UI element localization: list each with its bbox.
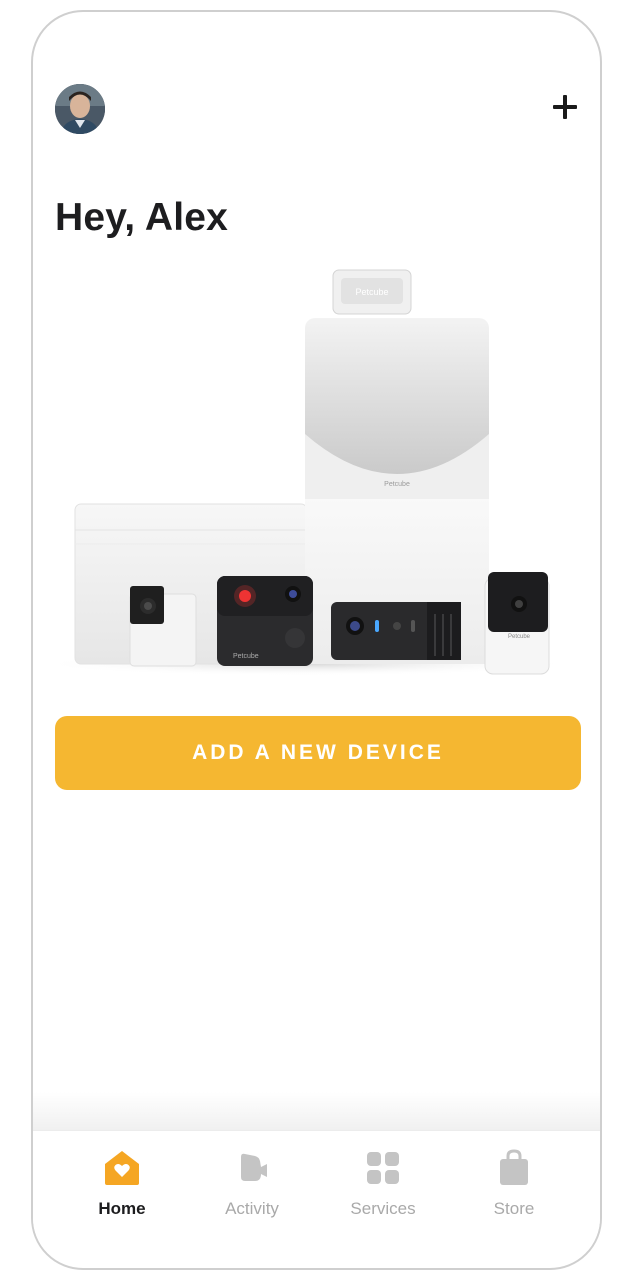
tab-services-label: Services (350, 1199, 416, 1218)
tab-store-label: Store (493, 1199, 535, 1218)
user-avatar-icon (55, 84, 105, 134)
brand-cube-text: Petcube (233, 653, 259, 660)
store-bag-icon (500, 1149, 528, 1185)
services-icon (367, 1152, 399, 1184)
phone-frame: Hey, Alex Petcube Petcube Petcube Petcub… (31, 10, 602, 1270)
bottom-tab-bar: Home Activity Services Store (33, 1130, 600, 1251)
tab-home[interactable]: Home (67, 1147, 177, 1219)
home-icon (105, 1151, 139, 1185)
greeting-title: Hey, Alex (55, 196, 229, 239)
tab-home-label: Home (98, 1199, 146, 1218)
brand-feeder-text: Petcube (384, 481, 410, 488)
tabbar-shadow (33, 1092, 600, 1132)
brand-cam-text: Petcube (508, 634, 531, 640)
devices-hero-image: Petcube Petcube Petcube Petcube (35, 269, 575, 676)
activity-icon (241, 1153, 267, 1181)
add-new-device-button[interactable]: ADD A NEW DEVICE (55, 716, 581, 790)
tab-store[interactable]: Store (459, 1147, 569, 1219)
tab-activity[interactable]: Activity (197, 1147, 307, 1219)
profile-avatar[interactable] (55, 84, 105, 134)
brand-lid-text: Petcube (355, 287, 388, 297)
tab-services[interactable]: Services (328, 1147, 438, 1219)
add-button[interactable] (550, 92, 580, 122)
tab-activity-label: Activity (225, 1199, 279, 1218)
